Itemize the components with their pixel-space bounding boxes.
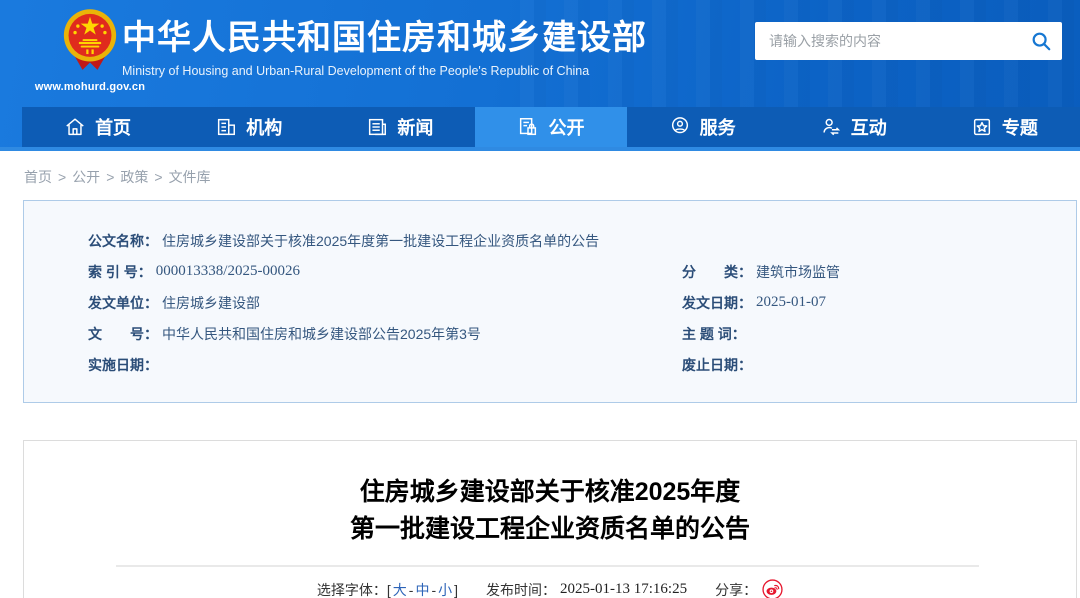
- organization-icon: [218, 118, 236, 136]
- doc-subject-label: 主 题 词：: [681, 325, 746, 342]
- doc-abolish-label: 废止日期：: [681, 356, 752, 373]
- home-icon: [66, 118, 84, 136]
- nav-item-topics[interactable]: 专题: [929, 107, 1080, 147]
- nav-label: 机构: [246, 118, 283, 138]
- doc-category-label: 分 类：: [681, 263, 752, 280]
- page: www.mohurd.gov.cn 中华人民共和国住房和城乡建设部 Minist…: [0, 0, 1080, 598]
- doc-index-row: 索 引 号： 000013338/2025-00026: [88, 256, 682, 287]
- font-size-medium-button[interactable]: 中: [415, 580, 429, 598]
- nav-item-home[interactable]: 首页: [22, 107, 173, 147]
- search-box[interactable]: [755, 22, 1062, 60]
- nav-label: 新闻: [397, 118, 434, 138]
- weibo-icon[interactable]: [762, 579, 783, 598]
- doc-name-row: 公文名称： 住房城乡建设部关于核准2025年度第一批建设工程企业资质名单的公告: [88, 225, 1046, 256]
- site-header: www.mohurd.gov.cn 中华人民共和国住房和城乡建设部 Minist…: [0, 0, 1080, 151]
- national-emblem-icon: [63, 9, 117, 70]
- doc-number-row: 文 号： 中华人民共和国住房和城乡建设部公告2025年第3号: [88, 318, 682, 349]
- site-title-cn: 中华人民共和国住房和城乡建设部: [122, 19, 647, 57]
- doc-category-value: 建筑市场监管: [755, 263, 840, 280]
- nav-item-disclosure[interactable]: 公开: [475, 107, 627, 147]
- article-meta-row: 选择字体： [ 大 - 中 - 小 ] 发布时间： 2025-01-13 17:…: [24, 579, 1076, 598]
- bracket-open: [: [386, 581, 391, 598]
- search-input[interactable]: [769, 33, 1030, 49]
- doc-effective-row: 实施日期：: [88, 349, 682, 380]
- breadcrumb-library[interactable]: 文件库: [169, 169, 211, 185]
- nav-label: 服务: [699, 118, 736, 138]
- article-title-line1: 住房城乡建设部关于核准2025年度: [359, 478, 741, 506]
- doc-name-label: 公文名称：: [88, 232, 158, 249]
- doc-issuer-label: 发文单位：: [88, 294, 158, 311]
- publish-time-value: 2025-01-13 17:16:25: [560, 581, 688, 597]
- site-url: www.mohurd.gov.cn: [34, 81, 146, 93]
- bracket-close: ]: [454, 581, 459, 598]
- document-info-panel: 公文名称： 住房城乡建设部关于核准2025年度第一批建设工程企业资质名单的公告 …: [23, 200, 1077, 403]
- font-size-dash: -: [431, 581, 437, 598]
- doc-subject-row: 主 题 词：: [682, 318, 1046, 349]
- breadcrumb-separator: >: [154, 169, 163, 185]
- font-size-large-button[interactable]: 大: [393, 580, 407, 598]
- doc-name-value: 住房城乡建设部关于核准2025年度第一批建设工程企业资质名单的公告: [162, 232, 600, 249]
- article-title-line2: 第一批建设工程企业资质名单的公告: [349, 515, 750, 543]
- breadcrumb-home[interactable]: 首页: [24, 169, 52, 185]
- doc-issuer-value: 住房城乡建设部: [162, 294, 260, 311]
- nav-item-interaction[interactable]: 互动: [778, 107, 929, 147]
- doc-category-row: 分 类： 建筑市场监管: [682, 256, 1046, 287]
- doc-index-label: 索 引 号：: [88, 263, 152, 280]
- nav-item-news[interactable]: 新闻: [324, 107, 475, 147]
- doc-issue-date-row: 发文日期： 2025-01-07: [682, 287, 1046, 318]
- font-size-label: 选择字体：: [316, 581, 387, 598]
- doc-number-label: 文 号：: [88, 325, 158, 342]
- main-nav: 首页 机构 新闻 公开 服务 互动 专题: [22, 107, 1080, 147]
- font-size-small-button[interactable]: 小: [438, 580, 452, 598]
- disclosure-icon: [520, 118, 537, 136]
- breadcrumb-policy[interactable]: 政策: [120, 169, 148, 185]
- doc-effective-label: 实施日期：: [88, 356, 158, 373]
- nav-accent-bar: [0, 147, 1080, 151]
- nav-label: 互动: [850, 118, 887, 138]
- service-icon: [671, 117, 688, 134]
- doc-number-value: 中华人民共和国住房和城乡建设部公告2025年第3号: [162, 325, 481, 342]
- doc-issuer-row: 发文单位： 住房城乡建设部: [88, 287, 682, 318]
- site-titles: 中华人民共和国住房和城乡建设部 Ministry of Housing and …: [122, 18, 647, 78]
- doc-issue-date-label: 发文日期：: [681, 294, 752, 311]
- doc-index-value: 000013338/2025-00026: [155, 263, 300, 279]
- font-size-selector: 选择字体： [ 大 - 中 - 小 ]: [317, 580, 458, 598]
- font-size-dash: -: [408, 581, 414, 598]
- search-icon[interactable]: [1030, 30, 1052, 52]
- share-label: 分享：: [715, 581, 758, 598]
- doc-issue-date-value: 2025-01-07: [755, 294, 826, 310]
- article-panel: 住房城乡建设部关于核准2025年度 第一批建设工程企业资质名单的公告 选择字体：…: [23, 440, 1077, 598]
- news-icon: [369, 118, 387, 136]
- nav-label: 专题: [1001, 118, 1038, 138]
- breadcrumb: 首页 > 公开 > 政策 > 文件库: [0, 151, 1080, 200]
- site-title-en: Ministry of Housing and Urban-Rural Deve…: [122, 64, 590, 78]
- nav-item-service[interactable]: 服务: [627, 107, 778, 147]
- doc-abolish-row: 废止日期：: [682, 349, 1046, 380]
- nav-label: 公开: [548, 118, 585, 138]
- breadcrumb-separator: >: [106, 169, 115, 185]
- title-divider: [116, 565, 979, 567]
- breadcrumb-disclosure[interactable]: 公开: [72, 169, 100, 185]
- interaction-icon: [823, 118, 840, 136]
- nav-label: 首页: [95, 118, 132, 138]
- nav-item-organization[interactable]: 机构: [173, 107, 324, 147]
- topics-icon: [973, 118, 990, 136]
- article-title: 住房城乡建设部关于核准2025年度 第一批建设工程企业资质名单的公告: [24, 474, 1076, 548]
- breadcrumb-separator: >: [58, 169, 67, 185]
- publish-time-label: 发布时间：: [486, 581, 557, 598]
